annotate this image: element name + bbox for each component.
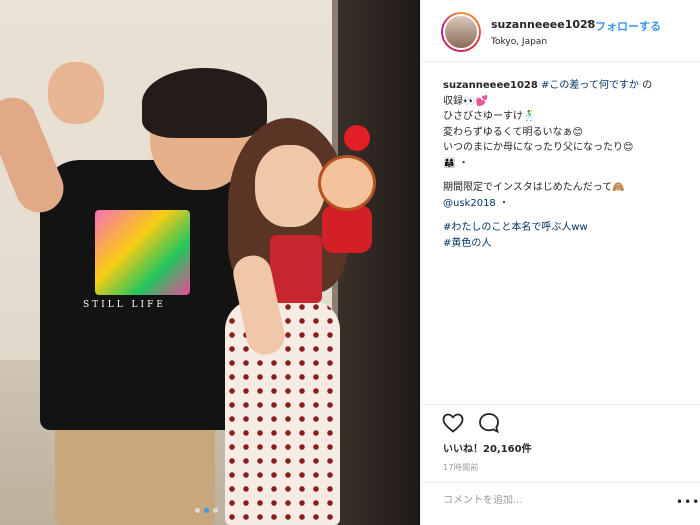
- caption-text: ・: [495, 197, 509, 209]
- post-sidebar: suzanneeee1028 • フォローする Tokyo, Japan suz…: [420, 0, 700, 525]
- caption-line-3: ひさびさゆーすけ🕺: [443, 111, 536, 122]
- heart-icon[interactable]: [441, 411, 465, 435]
- man-body: [40, 160, 250, 430]
- follow-button[interactable]: フォローする: [595, 18, 661, 34]
- doll-body: [322, 205, 372, 253]
- hashtag-link[interactable]: #この差って何ですか: [541, 80, 639, 91]
- header-username[interactable]: suzanneeee1028: [491, 18, 595, 31]
- location-link[interactable]: Tokyo, Japan: [491, 37, 547, 47]
- post-actions: [421, 404, 700, 434]
- caption-line-4: 変わらずゆるくて明るいなぁ😊: [443, 126, 583, 138]
- post-photo[interactable]: STILL LIFE: [0, 0, 420, 525]
- caption-line-7: 期間限定でインスタはじめたんだって🙈: [443, 182, 625, 193]
- caption-line-5: いつのまにか母になったり父になったり😊: [443, 142, 634, 153]
- avatar-image: [443, 14, 479, 50]
- mention-link[interactable]: @usk2018: [443, 198, 496, 209]
- caption-text: の: [638, 80, 653, 91]
- caption-line-1: suzanneeee1028 #この差って何ですか の: [443, 78, 693, 94]
- man-hair: [142, 68, 267, 138]
- post-header: suzanneeee1028 • フォローする Tokyo, Japan: [421, 0, 700, 62]
- carousel-dot[interactable]: [195, 508, 200, 513]
- caption-username[interactable]: suzanneeee1028: [443, 80, 538, 91]
- shirt-print-graphic: [95, 210, 190, 295]
- woman-top: [270, 235, 322, 303]
- carousel-dots: [195, 508, 218, 513]
- caption-line-6: 👨‍👩‍👧 ・: [443, 157, 469, 169]
- add-comment-bar: •••: [421, 482, 700, 525]
- post-caption: suzanneeee1028 #この差って何ですか の 収録👀💕 ひさびさゆーす…: [443, 78, 693, 251]
- caption-line-8: @usk2018 ・: [443, 196, 693, 212]
- shirt-print-text: STILL LIFE: [83, 300, 166, 310]
- hashtag-link[interactable]: #わたしのこと本名で呼ぶ人ww: [443, 220, 693, 236]
- avatar[interactable]: [441, 12, 481, 52]
- carousel-dot-active[interactable]: [204, 508, 209, 513]
- woman-face: [255, 145, 325, 227]
- photo-wall-dark: [338, 0, 420, 525]
- likes-count[interactable]: いいね！20,160件: [443, 440, 532, 455]
- header-separator: •: [586, 16, 593, 29]
- caption-line-2: 収録👀💕: [443, 95, 488, 107]
- post-timestamp[interactable]: 17時間前: [443, 462, 479, 473]
- man-peace-hand: [48, 62, 104, 124]
- more-options-icon[interactable]: •••: [676, 495, 700, 509]
- doll-flower: [344, 125, 370, 151]
- add-comment-input[interactable]: [443, 495, 673, 506]
- comment-icon[interactable]: [477, 411, 501, 435]
- hashtag-link[interactable]: #黄色の人: [443, 236, 693, 252]
- carousel-dot[interactable]: [213, 508, 218, 513]
- doll-head: [318, 155, 376, 211]
- man-pants: [55, 420, 215, 525]
